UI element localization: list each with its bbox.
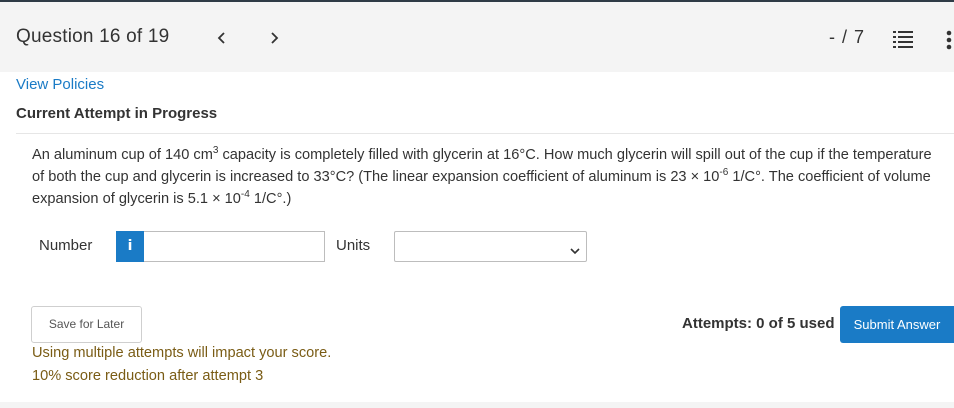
- chevron-down-icon: [570, 242, 580, 260]
- number-label: Number: [39, 237, 93, 254]
- superscript: -6: [719, 167, 729, 178]
- save-for-later-button[interactable]: Save for Later: [31, 306, 142, 343]
- question-counter: Question 16 of 19: [16, 26, 170, 47]
- question-header: Question 16 of 19 - / 7: [0, 2, 954, 72]
- units-select[interactable]: [394, 231, 587, 262]
- question-text: An aluminum cup of 140 cm3 capacity is c…: [32, 144, 932, 210]
- units-label: Units: [336, 237, 371, 254]
- panel-bottom-strip: [0, 402, 954, 408]
- score-reduction-note: 10% score reduction after attempt 3: [32, 368, 264, 384]
- view-policies-link[interactable]: View Policies: [16, 76, 104, 93]
- question-score: - / 7: [829, 27, 866, 47]
- number-input[interactable]: [144, 231, 325, 262]
- info-icon[interactable]: i: [116, 231, 144, 262]
- chevron-left-icon[interactable]: [214, 28, 230, 48]
- question-text-part: An aluminum cup of 140 cm: [32, 147, 213, 163]
- chevron-right-icon[interactable]: [266, 28, 282, 48]
- attempts-counter: Attempts: 0 of 5 used: [682, 315, 835, 332]
- more-vertical-icon[interactable]: [944, 30, 954, 50]
- list-icon[interactable]: [893, 29, 915, 49]
- multiple-attempts-warning: Using multiple attempts will impact your…: [32, 345, 332, 361]
- attempt-status-title: Current Attempt in Progress: [16, 105, 218, 122]
- superscript: -4: [240, 189, 250, 200]
- question-text-part: 1/C°.): [249, 191, 292, 207]
- submit-answer-button[interactable]: Submit Answer: [840, 306, 954, 343]
